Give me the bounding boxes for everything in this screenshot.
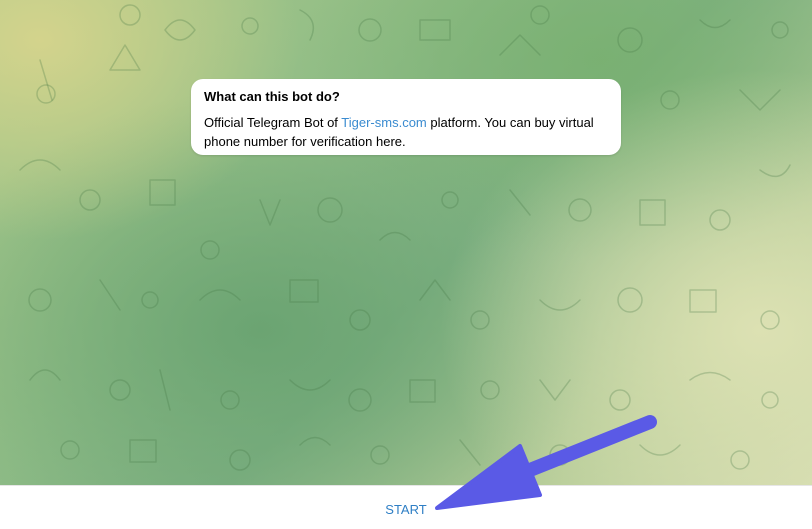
bot-description-text-start: Official Telegram Bot of	[204, 115, 342, 130]
start-button[interactable]: START	[376, 500, 436, 520]
bot-description-title: What can this bot do?	[204, 89, 340, 104]
bot-description-text: Official Telegram Bot of Tiger-sms.com p…	[204, 113, 608, 151]
chat-background	[0, 0, 812, 485]
doodle-pattern	[19, 4, 791, 471]
bot-description-bubble: What can this bot do? Official Telegram …	[191, 79, 621, 155]
bottom-bar: START	[0, 485, 812, 529]
tiger-sms-link[interactable]: Tiger-sms.com	[341, 115, 426, 130]
